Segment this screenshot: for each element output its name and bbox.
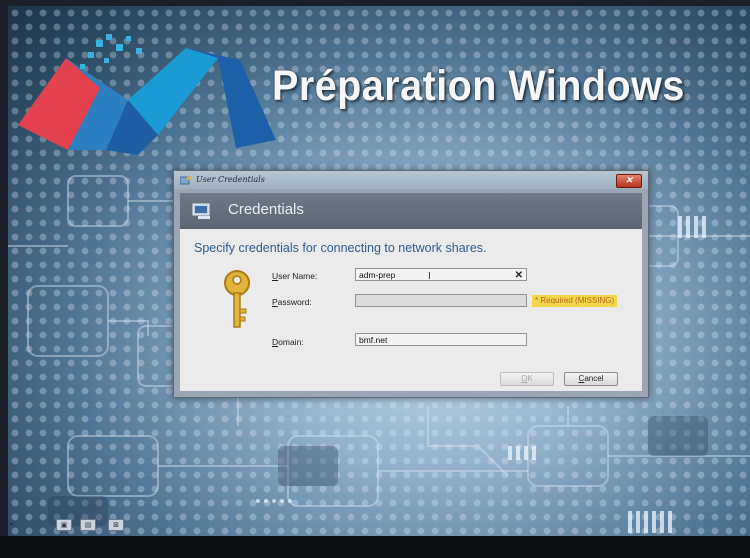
dialog-body: Specify credentials for connecting to ne… (180, 229, 642, 391)
instruction-text: Specify credentials for connecting to ne… (194, 241, 487, 255)
deployment-logo (18, 34, 276, 155)
taskbar-close-icon[interactable]: ⊠ (108, 519, 124, 531)
credentials-dialog: User Credentials ✕ Credentials Specify c… (173, 170, 649, 398)
taskbar-window-icon[interactable]: ▣ (56, 519, 72, 531)
banner-title: Préparation Windows (272, 62, 685, 110)
dialog-header-title: Credentials (228, 201, 304, 218)
dialog-header: Credentials (180, 193, 642, 229)
user-credentials-icon (180, 175, 192, 185)
ok-button[interactable]: OK (500, 372, 554, 386)
password-required-warning: * Required (MISSING) (532, 295, 618, 307)
start-icon[interactable]: ▸ (8, 519, 16, 529)
monitor-bezel (0, 536, 750, 558)
dialog-titlebar[interactable]: User Credentials ✕ (174, 171, 648, 189)
cancel-button[interactable]: Cancel (564, 372, 618, 386)
clear-username-icon[interactable]: ✕ (515, 269, 523, 282)
text-cursor-icon: I (428, 271, 431, 282)
domain-label: Domain: (272, 337, 304, 347)
network-computer-icon (192, 203, 210, 219)
username-label: User Name: (272, 271, 318, 281)
password-label: Password: (272, 297, 312, 307)
taskbar-console-icon[interactable]: ▤ (80, 519, 96, 531)
username-value: adm-prep (359, 270, 396, 280)
domain-field[interactable]: bmf.net (355, 333, 527, 346)
key-icon (224, 270, 250, 328)
close-button[interactable]: ✕ (616, 174, 642, 188)
username-field[interactable]: adm-prep I ✕ (355, 268, 527, 282)
password-field[interactable] (355, 294, 527, 307)
taskbar-tray: ▸ ▣ ▤ ⊠ (8, 517, 138, 533)
dialog-window-title: User Credentials (196, 175, 265, 184)
close-icon: ✕ (625, 176, 633, 186)
domain-value: bmf.net (359, 335, 388, 345)
